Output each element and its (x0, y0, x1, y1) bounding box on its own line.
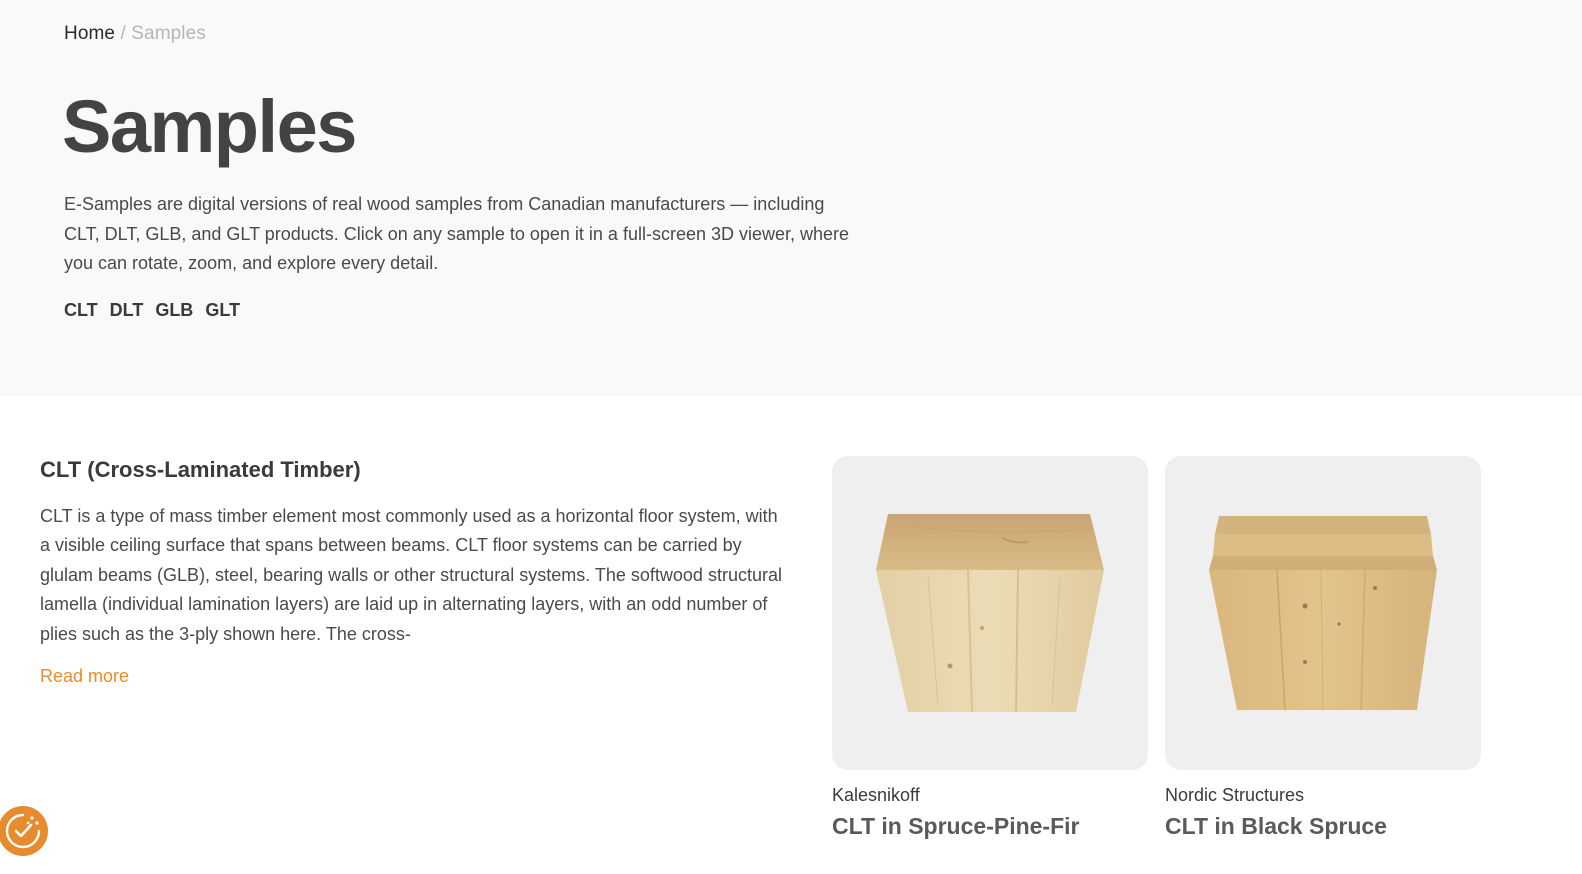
product-filter-list: CLT DLT GLB GLT (64, 298, 240, 322)
wood-block-light-image (876, 514, 1104, 713)
wood-block-golden-image (1209, 516, 1437, 711)
filter-dlt[interactable]: DLT (110, 298, 144, 322)
page-intro: E-Samples are digital versions of real w… (64, 194, 850, 273)
section-title: CLT (Cross-Laminated Timber) (40, 457, 361, 482)
sample-name[interactable]: CLT in Spruce-Pine-Fir (832, 811, 1148, 841)
cookie-consent-button[interactable] (0, 806, 48, 856)
filter-clt[interactable]: CLT (64, 298, 98, 322)
sample-card[interactable]: Kalesnikoff CLT in Spruce-Pine-Fir (832, 456, 1148, 841)
breadcrumb: Home / Samples (64, 22, 206, 46)
page-title: Samples (62, 85, 357, 168)
sample-thumbnail[interactable] (832, 456, 1148, 770)
filter-glt[interactable]: GLT (205, 298, 240, 322)
read-more-link[interactable]: Read more (40, 664, 129, 688)
breadcrumb-current: Samples (131, 23, 206, 44)
cookie-check-icon (5, 813, 41, 849)
sample-card[interactable]: Nordic Structures CLT in Black Spruce (1165, 456, 1481, 841)
section-description: CLT is a type of mass timber element mos… (40, 506, 782, 644)
breadcrumb-separator: / (120, 23, 126, 44)
page-header: Home / Samples Samples E-Samples are dig… (0, 0, 1582, 396)
sample-manufacturer: Nordic Structures (1165, 785, 1305, 805)
sample-manufacturer: Kalesnikoff (832, 785, 920, 805)
sample-thumbnail[interactable] (1165, 456, 1481, 770)
filter-glb[interactable]: GLB (155, 298, 193, 322)
breadcrumb-home-link[interactable]: Home (64, 23, 115, 44)
sample-name[interactable]: CLT in Black Spruce (1165, 811, 1481, 841)
